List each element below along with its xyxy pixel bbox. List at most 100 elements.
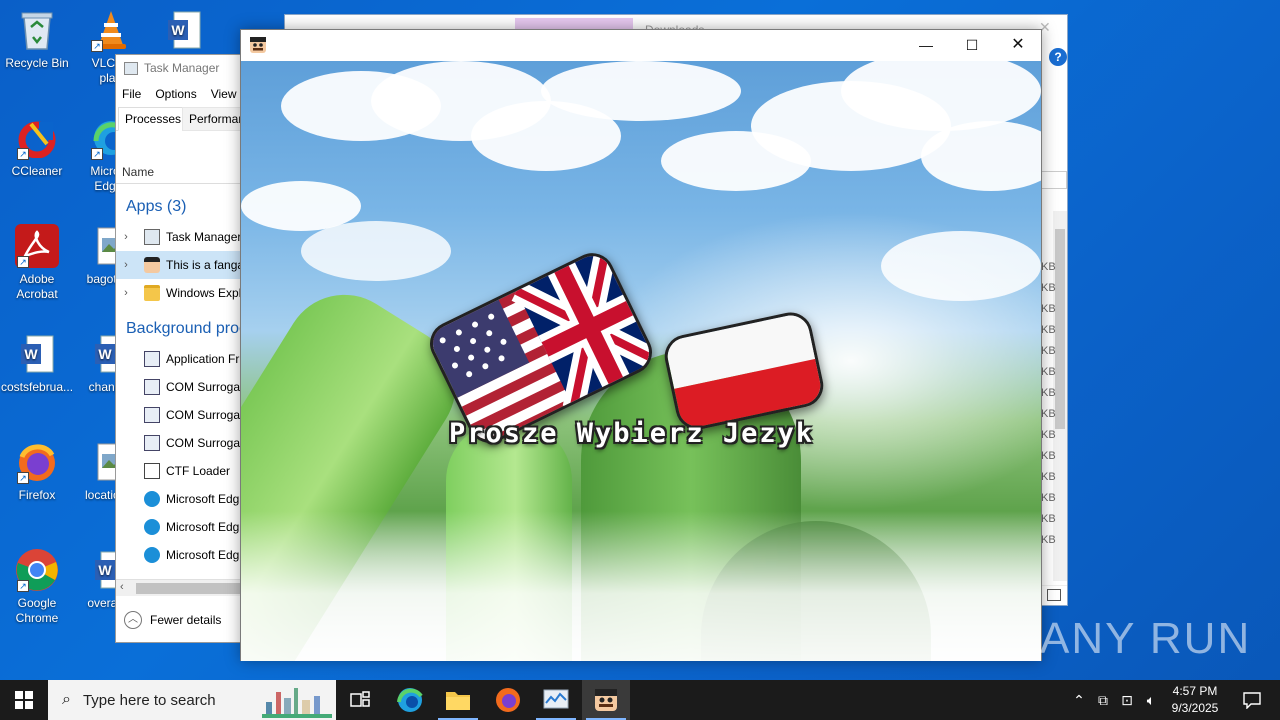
file-size-fragment: KB: [1041, 534, 1056, 546]
expand-chevron-icon[interactable]: ›: [116, 231, 136, 243]
window-app-icon: [144, 351, 160, 367]
mario-face-icon: [595, 689, 617, 711]
windows-logo-icon: [15, 691, 33, 709]
desktop-icon-acrobat[interactable]: ↗ Adobe Acrobat: [1, 224, 73, 302]
file-size-fragment: KB: [1041, 282, 1056, 294]
taskbar-search-box[interactable]: ⌕ Type here to search: [48, 680, 336, 720]
menu-options[interactable]: Options: [155, 87, 196, 101]
process-row[interactable]: COM Surrogat: [116, 429, 254, 457]
process-name: CTF Loader: [166, 464, 231, 478]
process-row[interactable]: › Task Manager: [116, 223, 254, 251]
clock-date: 9/3/2025: [1171, 701, 1219, 715]
file-size-fragment: KB: [1041, 345, 1056, 357]
taskbar: ⌕ Type here to search ⌃ ⧉ ⊡ 🔈︎ 4:57 PM 9…: [0, 680, 1280, 720]
column-header-name[interactable]: Name: [122, 165, 154, 179]
taskbar-clock[interactable]: 4:57 PM 9/3/2025: [1160, 683, 1230, 717]
taskbar-firefox[interactable]: [484, 680, 532, 720]
desktop-icon-firefox[interactable]: ↗ Firefox: [1, 440, 73, 503]
process-row[interactable]: Microsoft Edg: [116, 513, 254, 541]
shortcut-arrow-icon: ↗: [17, 148, 29, 160]
firefox-icon: ↗: [15, 440, 59, 484]
svg-text:W: W: [98, 346, 112, 362]
file-size-fragment: KB: [1041, 303, 1056, 315]
process-row[interactable]: Application Fr: [116, 345, 254, 373]
svg-text:W: W: [171, 22, 185, 38]
explorer-search-box[interactable]: [1041, 171, 1067, 189]
start-button[interactable]: [0, 680, 48, 720]
task-manager-title: Task Manager: [144, 61, 220, 75]
minimize-button[interactable]: —: [903, 30, 949, 60]
edge-icon: [144, 491, 160, 507]
process-row[interactable]: Microsoft Edg: [116, 541, 254, 569]
vlc-cone-icon: ↗: [89, 8, 133, 52]
process-row[interactable]: › This is a fanga: [116, 251, 254, 279]
desktop-icon-costsfebrua[interactable]: W costsfebrua...: [1, 332, 73, 395]
game-canvas[interactable]: Prosze Wybierz Jezyk: [241, 61, 1041, 661]
ccleaner-icon: ↗: [15, 116, 59, 160]
game-titlebar[interactable]: — ☐ ✕: [241, 30, 1041, 61]
task-manager-window[interactable]: Task Manager File Options View Processes…: [115, 54, 255, 643]
process-row[interactable]: COM Surrogat: [116, 401, 254, 429]
shortcut-arrow-icon: ↗: [91, 148, 103, 160]
word-document-icon: W: [162, 8, 206, 52]
mario-face-icon: [144, 257, 160, 273]
cloud: [921, 121, 1041, 191]
show-hidden-icons-button[interactable]: ⌃: [1068, 680, 1090, 720]
expand-chevron-icon[interactable]: ›: [116, 287, 136, 299]
desktop-icon-word-top[interactable]: W: [148, 8, 220, 56]
language-prompt-text: Prosze Wybierz Jezyk: [449, 418, 815, 449]
desktop-icon-ccleaner[interactable]: ↗ CCleaner: [1, 116, 73, 179]
task-view-button[interactable]: [336, 680, 384, 720]
process-name: Windows Expl: [166, 286, 242, 300]
taskbar-game[interactable]: [582, 680, 630, 720]
process-row[interactable]: › Windows Expl: [116, 279, 254, 307]
shortcut-arrow-icon: ↗: [91, 40, 103, 52]
column-header-divider: [116, 183, 254, 184]
tab-processes[interactable]: Processes: [118, 107, 189, 131]
desktop-icon-chrome[interactable]: ↗ Google Chrome: [1, 548, 73, 626]
view-details-icon[interactable]: [1047, 589, 1061, 601]
file-size-fragment: KB: [1041, 261, 1056, 273]
tray-app-icon[interactable]: ⧉: [1092, 680, 1114, 720]
taskbar-task-manager[interactable]: [532, 680, 580, 720]
chevron-up-icon: ︿: [124, 611, 142, 629]
maximize-button[interactable]: ☐: [949, 30, 995, 60]
file-size-fragment: KB: [1041, 471, 1056, 483]
menu-view[interactable]: View: [211, 87, 237, 101]
process-name: Microsoft Edg: [166, 548, 240, 562]
shortcut-arrow-icon: ↗: [17, 256, 29, 268]
process-name: Task Manager: [166, 230, 242, 244]
task-view-icon: [350, 691, 370, 707]
file-size-fragment: KB: [1041, 429, 1056, 441]
file-size-fragment: KB: [1041, 324, 1056, 336]
desktop-icon-recycle-bin[interactable]: Recycle Bin: [1, 8, 73, 71]
word-document-icon: W: [15, 332, 59, 376]
task-manager-icon: [124, 62, 138, 75]
taskbar-edge[interactable]: [386, 680, 434, 720]
expand-chevron-icon[interactable]: ›: [116, 259, 136, 271]
scrollbar-thumb[interactable]: [1055, 229, 1065, 429]
firefox-icon: [496, 688, 520, 712]
task-manager-tabs: Processes Performar: [116, 105, 254, 131]
close-button[interactable]: ✕: [995, 30, 1041, 60]
process-row[interactable]: Microsoft Edg: [116, 485, 254, 513]
volume-icon[interactable]: 🔈︎: [1140, 680, 1162, 720]
city-skyline-icon: [262, 688, 332, 718]
fewer-details-button[interactable]: ︿ Fewer details: [124, 611, 221, 629]
menu-file[interactable]: File: [122, 87, 141, 101]
horizontal-scrollbar[interactable]: ‹: [116, 579, 254, 596]
game-window[interactable]: — ☐ ✕ Prosze Wybierz Jezyk: [240, 29, 1042, 661]
window-app-icon: [144, 407, 160, 423]
network-icon[interactable]: ⊡: [1116, 680, 1138, 720]
shortcut-arrow-icon: ↗: [17, 472, 29, 484]
scrollbar-thumb[interactable]: [136, 583, 248, 594]
help-icon[interactable]: ?: [1049, 48, 1067, 66]
fewer-details-label: Fewer details: [150, 613, 222, 627]
file-size-fragment: KB: [1041, 408, 1056, 420]
process-row[interactable]: COM Surrogat: [116, 373, 254, 401]
scroll-left-icon[interactable]: ‹: [120, 581, 124, 593]
taskbar-file-explorer[interactable]: [434, 680, 482, 720]
process-row[interactable]: CTF Loader: [116, 457, 254, 485]
edge-icon: [144, 519, 160, 535]
notification-center-button[interactable]: [1232, 680, 1272, 720]
